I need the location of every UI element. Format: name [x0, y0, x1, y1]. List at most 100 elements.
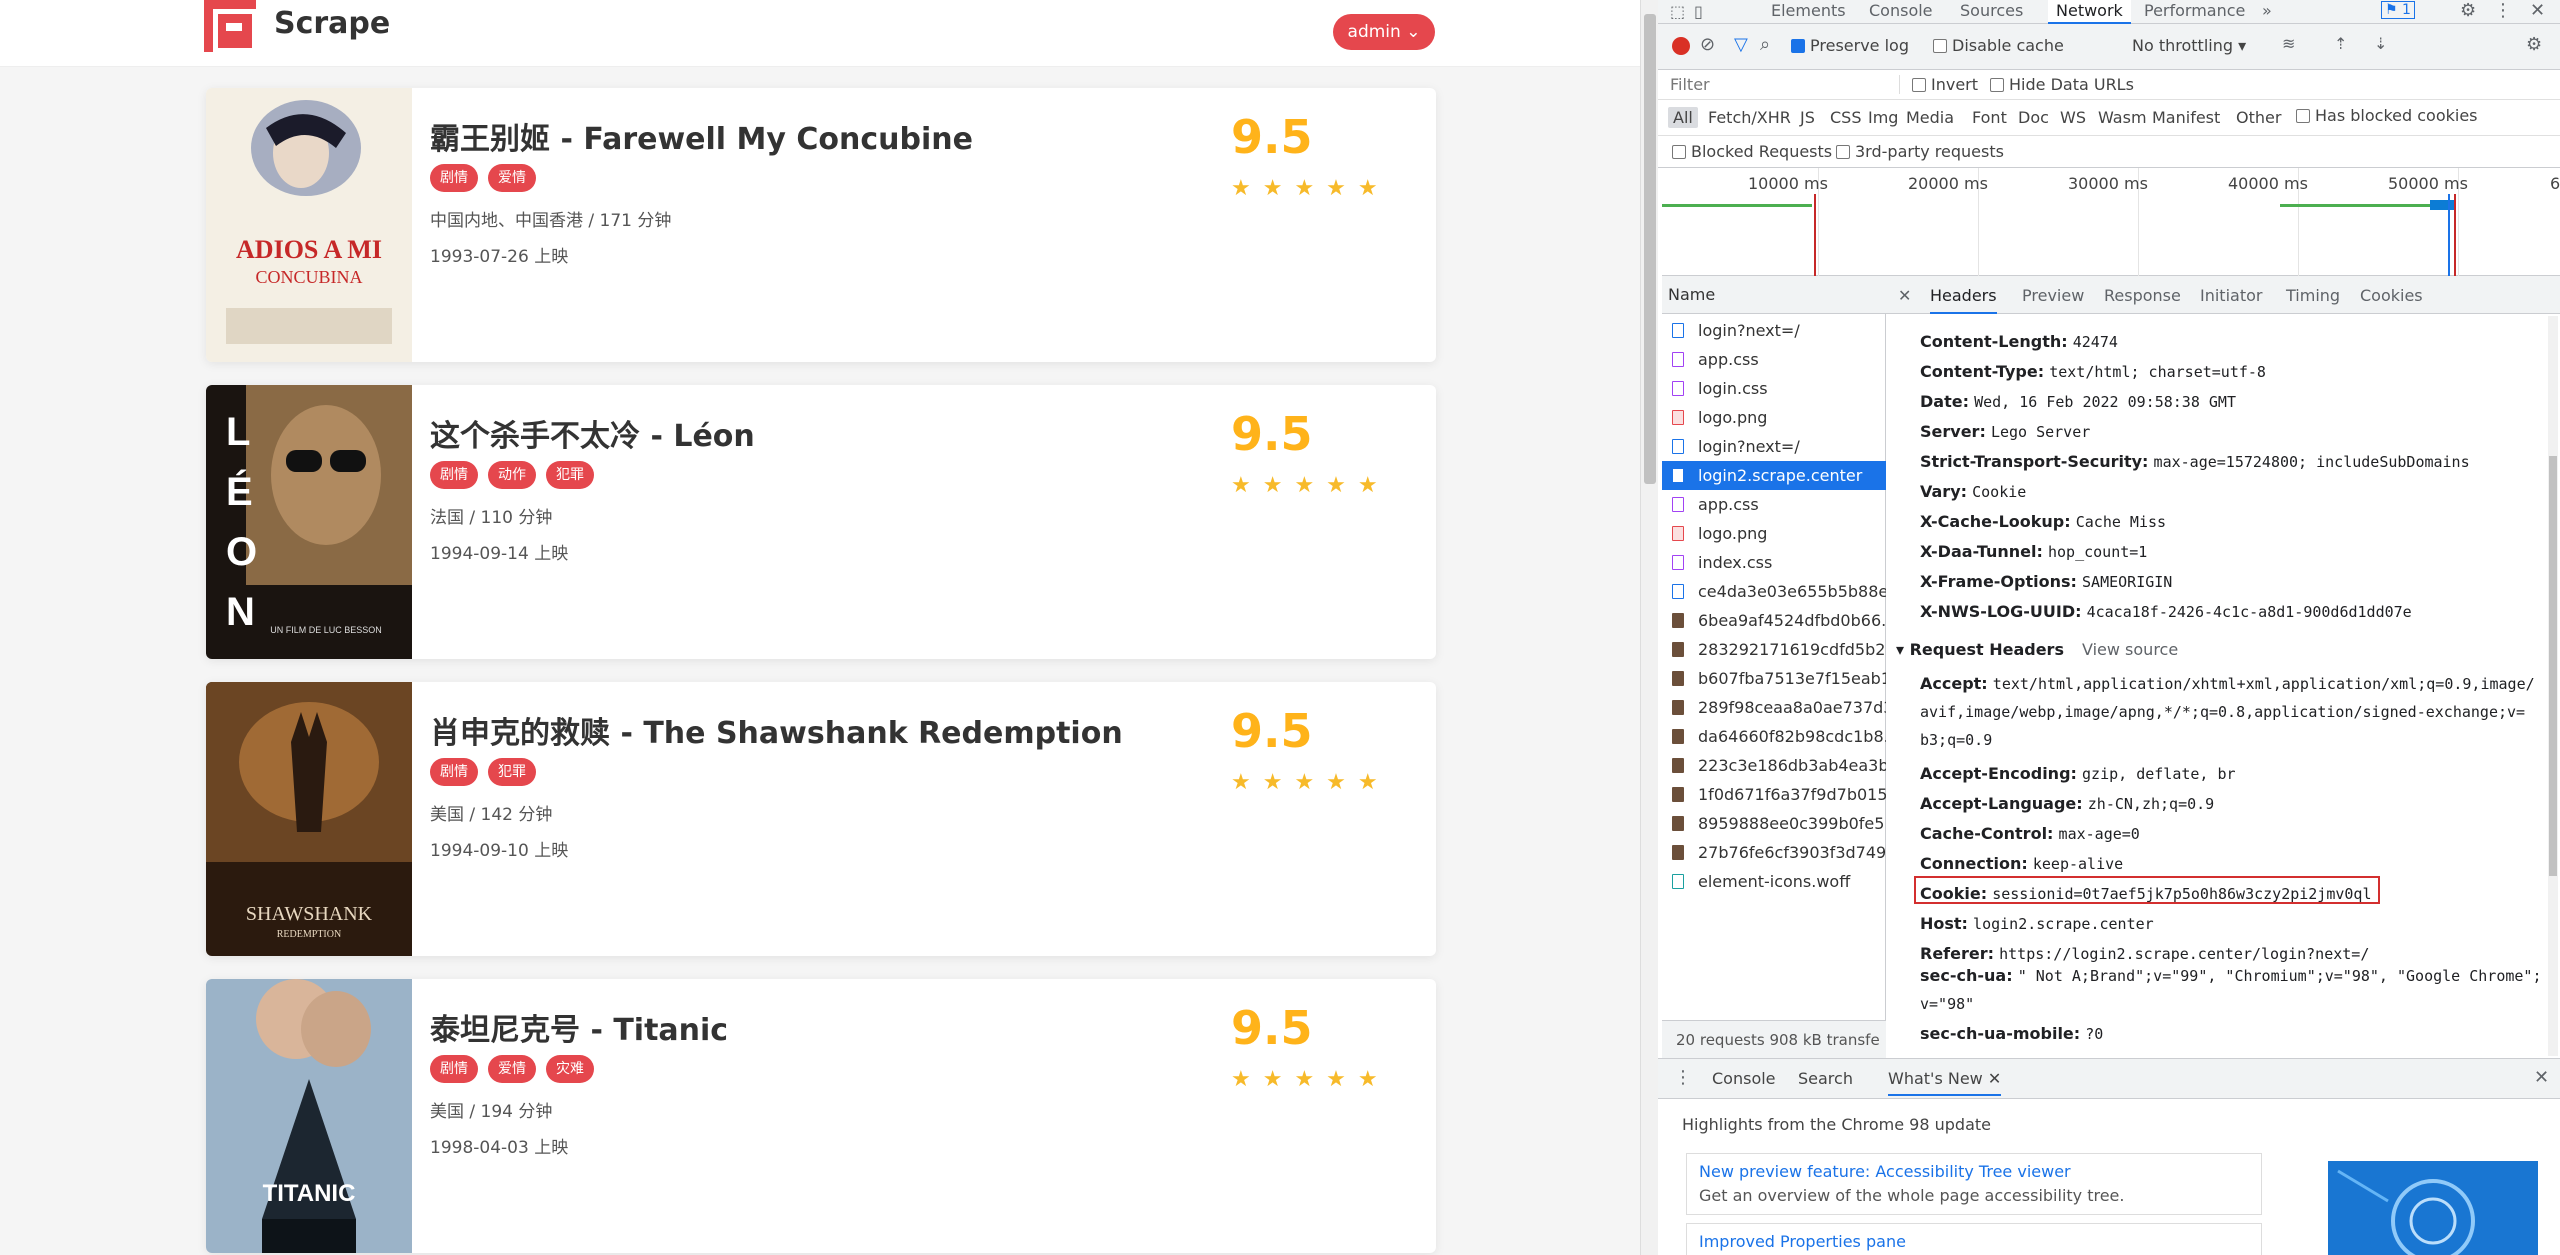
issues-badge[interactable]: ⚑ 1	[2381, 1, 2415, 19]
request-row[interactable]: login?next=/	[1662, 316, 1886, 345]
brand-name[interactable]: Scrape	[274, 6, 390, 41]
genre-tag[interactable]: 动作	[488, 461, 536, 489]
genre-tag[interactable]: 灾难	[546, 1055, 594, 1083]
has-blocked-cookies-checkbox[interactable]: Has blocked cookies	[2296, 106, 2478, 125]
movie-title[interactable]: 肖申克的救赎 - The Shawshank Redemption	[430, 708, 1123, 752]
movie-title[interactable]: 泰坦尼克号 - Titanic	[430, 1005, 728, 1049]
genre-tag[interactable]: 剧情	[430, 461, 478, 489]
kebab-menu-icon[interactable]: ⋮	[2494, 0, 2512, 21]
tab-console[interactable]: Console	[1869, 0, 1933, 24]
type-filter-manifest[interactable]: Manifest	[2152, 108, 2220, 127]
tab-elements[interactable]: Elements	[1771, 0, 1846, 24]
request-row[interactable]: login2.scrape.center	[1662, 461, 1886, 490]
type-filter-img[interactable]: Img	[1868, 108, 1898, 127]
drawer-tab-console[interactable]: Console	[1712, 1069, 1776, 1088]
tab-timing[interactable]: Timing	[2286, 276, 2340, 314]
request-headers-section[interactable]: ▾ Request Headers	[1896, 640, 2064, 659]
request-row[interactable]: 1f0d671f6a37f9d7b015...	[1662, 780, 1886, 809]
record-icon[interactable]	[1672, 37, 1690, 55]
checkbox-icon[interactable]	[1836, 145, 1850, 159]
type-filter-doc[interactable]: Doc	[2018, 108, 2049, 127]
movie-card[interactable]: SHAWSHANK REDEMPTION 肖申克的救赎 - The Shawsh…	[206, 682, 1436, 956]
type-filter-css[interactable]: CSS	[1830, 108, 1861, 127]
genre-tag[interactable]: 剧情	[430, 758, 478, 786]
request-row[interactable]: element-icons.woff	[1662, 867, 1886, 896]
filter-input[interactable]: Filter	[1670, 75, 1900, 94]
type-filter-ws[interactable]: WS	[2060, 108, 2086, 127]
movie-title[interactable]: 这个杀手不太冷 - Léon	[430, 411, 755, 455]
close-devtools-icon[interactable]: ✕	[2530, 0, 2545, 21]
tab-response[interactable]: Response	[2104, 276, 2181, 314]
news-card[interactable]: New preview feature: Accessibility Tree …	[1686, 1153, 2262, 1215]
export-har-icon[interactable]: ⇣	[2374, 34, 2387, 53]
drawer-tab-whats-new[interactable]: What's New ✕	[1888, 1069, 2002, 1096]
checkbox-icon[interactable]	[2296, 109, 2310, 123]
more-tabs-button[interactable]: »	[2262, 0, 2272, 24]
news-title-link[interactable]: Improved Properties pane	[1699, 1232, 1906, 1251]
genre-tag[interactable]: 爱情	[488, 164, 536, 192]
import-har-icon[interactable]: ⇡	[2334, 34, 2347, 53]
type-filter-all[interactable]: All	[1668, 107, 1698, 128]
request-row[interactable]: app.css	[1662, 490, 1886, 519]
request-row[interactable]: 223c3e186db3ab4ea3b...	[1662, 751, 1886, 780]
filter-icon[interactable]: ▽	[1734, 34, 1748, 55]
logo-icon[interactable]	[204, 0, 257, 53]
type-filter-other[interactable]: Other	[2236, 108, 2281, 127]
news-card[interactable]: Improved Properties pane	[1686, 1223, 2262, 1255]
clear-icon[interactable]: ⊘	[1700, 34, 1715, 55]
close-drawer-icon[interactable]: ✕	[2534, 1067, 2549, 1088]
name-column-header[interactable]: Name	[1662, 276, 1886, 314]
third-party-checkbox[interactable]: 3rd-party requests	[1836, 142, 2004, 161]
tab-initiator[interactable]: Initiator	[2200, 276, 2262, 314]
request-row[interactable]: da64660f82b98cdc1b8...	[1662, 722, 1886, 751]
request-row[interactable]: 8959888ee0c399b0fe5...	[1662, 809, 1886, 838]
movie-poster[interactable]: ADIOS A MI CONCUBINA	[206, 88, 412, 362]
drawer-menu-icon[interactable]: ⋮	[1674, 1067, 1692, 1088]
checkbox-icon[interactable]	[1672, 145, 1686, 159]
search-icon[interactable]: ⌕	[1760, 34, 1770, 55]
type-filter-media[interactable]: Media	[1906, 108, 1954, 127]
movie-card[interactable]: L É O N UN FILM DE LUC BESSON 这个杀手不太冷 - …	[206, 385, 1436, 659]
tab-network[interactable]: Network	[2048, 0, 2131, 24]
type-filter-wasm[interactable]: Wasm	[2098, 108, 2147, 127]
network-settings-gear-icon[interactable]: ⚙	[2526, 34, 2542, 55]
request-row[interactable]: index.css	[1662, 548, 1886, 577]
tab-performance[interactable]: Performance	[2144, 0, 2245, 24]
request-row[interactable]: logo.png	[1662, 519, 1886, 548]
view-source-link[interactable]: View source	[2082, 640, 2178, 659]
invert-checkbox[interactable]: Invert	[1912, 75, 1978, 94]
close-details-icon[interactable]: ✕	[1898, 276, 1911, 314]
tab-preview[interactable]: Preview	[2022, 276, 2084, 314]
news-title-link[interactable]: New preview feature: Accessibility Tree …	[1699, 1162, 2071, 1181]
movie-poster[interactable]: L É O N UN FILM DE LUC BESSON	[206, 385, 412, 659]
close-tab-icon[interactable]: ✕	[1988, 1069, 2001, 1088]
checkbox-icon[interactable]	[1912, 78, 1926, 92]
request-row[interactable]: b607fba7513e7f15eab1...	[1662, 664, 1886, 693]
request-row[interactable]: 6bea9af4524dfbd0b66...	[1662, 606, 1886, 635]
request-row[interactable]: 289f98ceaa8a0ae737d3...	[1662, 693, 1886, 722]
inspect-icon[interactable]: ⬚	[1670, 2, 1685, 21]
request-row[interactable]: app.css	[1662, 345, 1886, 374]
scrollbar-thumb[interactable]	[1644, 14, 1656, 484]
request-row[interactable]: 283292171619cdfd5b2...	[1662, 635, 1886, 664]
type-filter-font[interactable]: Font	[1972, 108, 2007, 127]
tab-sources[interactable]: Sources	[1960, 0, 2023, 24]
wifi-conditions-icon[interactable]: ≋	[2282, 34, 2295, 53]
movie-card[interactable]: ADIOS A MI CONCUBINA 霸王别姬 - Farewell My …	[206, 88, 1436, 362]
drawer-tab-search[interactable]: Search	[1798, 1069, 1853, 1088]
movie-poster[interactable]: TITANIC	[206, 979, 412, 1253]
tab-cookies[interactable]: Cookies	[2360, 276, 2423, 314]
disable-cache-checkbox[interactable]: Disable cache	[1933, 36, 2064, 55]
request-row[interactable]: ce4da3e03e655b5b88e...	[1662, 577, 1886, 606]
genre-tag[interactable]: 犯罪	[546, 461, 594, 489]
blocked-requests-checkbox[interactable]: Blocked Requests	[1672, 142, 1832, 161]
checkbox-checked-icon[interactable]	[1791, 39, 1805, 53]
request-row[interactable]: logo.png	[1662, 403, 1886, 432]
checkbox-icon[interactable]	[1990, 78, 2004, 92]
movie-poster[interactable]: SHAWSHANK REDEMPTION	[206, 682, 412, 956]
checkbox-icon[interactable]	[1933, 39, 1947, 53]
type-filter-fetch-xhr[interactable]: Fetch/XHR	[1708, 108, 1791, 127]
genre-tag[interactable]: 剧情	[430, 1055, 478, 1083]
details-scrollbar[interactable]	[2548, 316, 2558, 1056]
page-scrollbar[interactable]	[1640, 0, 1658, 1255]
